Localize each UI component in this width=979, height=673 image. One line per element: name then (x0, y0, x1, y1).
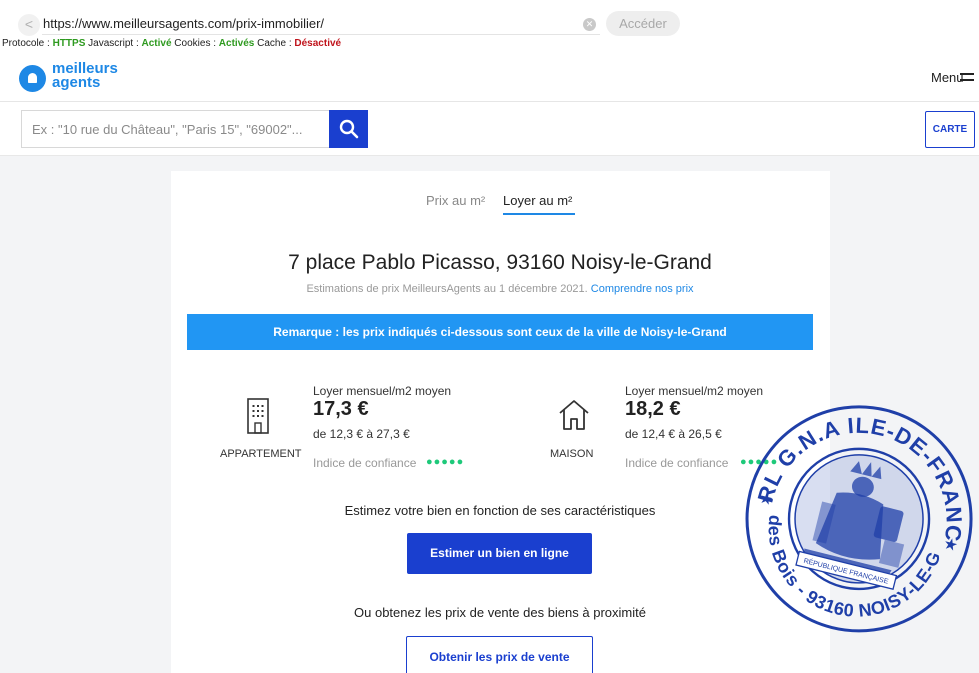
go-button[interactable]: Accéder (606, 11, 680, 36)
house-rent-range: de 12,4 € à 26,5 € (625, 427, 722, 441)
clear-url-icon[interactable]: ✕ (583, 18, 596, 31)
estimate-online-button[interactable]: Estimer un bien en ligne (407, 533, 592, 574)
cache-label: Cache : (254, 38, 295, 49)
understand-prices-link[interactable]: Comprendre nos prix (591, 283, 694, 295)
search-button[interactable] (329, 110, 368, 148)
sale-prices-button[interactable]: Obtenir les prix de vente (406, 636, 593, 673)
apartment-rent-value: 17,3 € (313, 398, 369, 420)
official-stamp: RÉPUBLIQUE FRANÇAISE SELARL G.N.A ILE-DE… (744, 383, 976, 635)
cache-value: Désactivé (294, 38, 342, 49)
tab-prix-au-m2[interactable]: Prix au m² (426, 193, 485, 208)
javascript-value: Activé (141, 38, 172, 49)
logo-wordmark[interactable]: meilleurs agents (52, 61, 118, 91)
logo-line-2: agents (52, 74, 101, 91)
house-caption: MAISON (550, 448, 594, 460)
site-header: meilleurs agents (0, 52, 979, 102)
svg-text:★: ★ (757, 487, 776, 509)
apartment-rent-range: de 12,3 € à 27,3 € (313, 427, 410, 441)
house-icon (559, 400, 589, 430)
page-title: 7 place Pablo Picasso, 93160 Noisy-le-Gr… (288, 251, 712, 274)
hamburger-icon[interactable] (960, 73, 974, 81)
address-bar-underline (42, 34, 600, 35)
apartment-caption: APPARTEMENT (220, 448, 302, 460)
active-tab-indicator (503, 213, 575, 215)
tab-loyer-au-m2[interactable]: Loyer au m² (503, 193, 572, 208)
javascript-label: Javascript : (85, 38, 142, 49)
back-button[interactable]: < (18, 14, 40, 36)
search-bar: CARTE (0, 102, 979, 156)
apartment-rent-label: Loyer mensuel/m2 moyen (313, 384, 452, 398)
house-confidence-label: Indice de confiance (625, 456, 729, 470)
house-rent-label: Loyer mensuel/m2 moyen (625, 384, 764, 398)
building-icon (247, 398, 269, 434)
apartment-confidence-dots: ●●●●● (426, 456, 465, 468)
cookies-label: Cookies : (171, 38, 219, 49)
map-button[interactable]: CARTE (925, 111, 975, 148)
browser-status-line: Protocole : HTTPS Javascript : Activé Co… (2, 38, 341, 49)
browser-toolbar: < https://www.meilleursagents.com/prix-i… (0, 0, 979, 52)
estimate-text: Estimations de prix MeilleursAgents au 1… (306, 283, 588, 295)
apartment-confidence-label: Indice de confiance (313, 456, 417, 470)
menu-button[interactable]: Menu (931, 70, 964, 85)
cookies-value: Activés (218, 38, 255, 49)
logo-icon[interactable] (19, 65, 46, 92)
estimate-date-line: Estimations de prix MeilleursAgents au 1… (0, 283, 979, 295)
search-icon (339, 119, 359, 139)
protocol-label: Protocole : (2, 38, 53, 49)
address-bar[interactable]: https://www.meilleursagents.com/prix-imm… (43, 16, 324, 31)
remark-banner: Remarque : les prix indiqués ci-dessous … (187, 314, 813, 350)
protocol-value: HTTPS (52, 38, 86, 49)
svg-text:★: ★ (942, 533, 961, 555)
house-rent-value: 18,2 € (625, 398, 681, 420)
search-input[interactable] (21, 110, 329, 148)
